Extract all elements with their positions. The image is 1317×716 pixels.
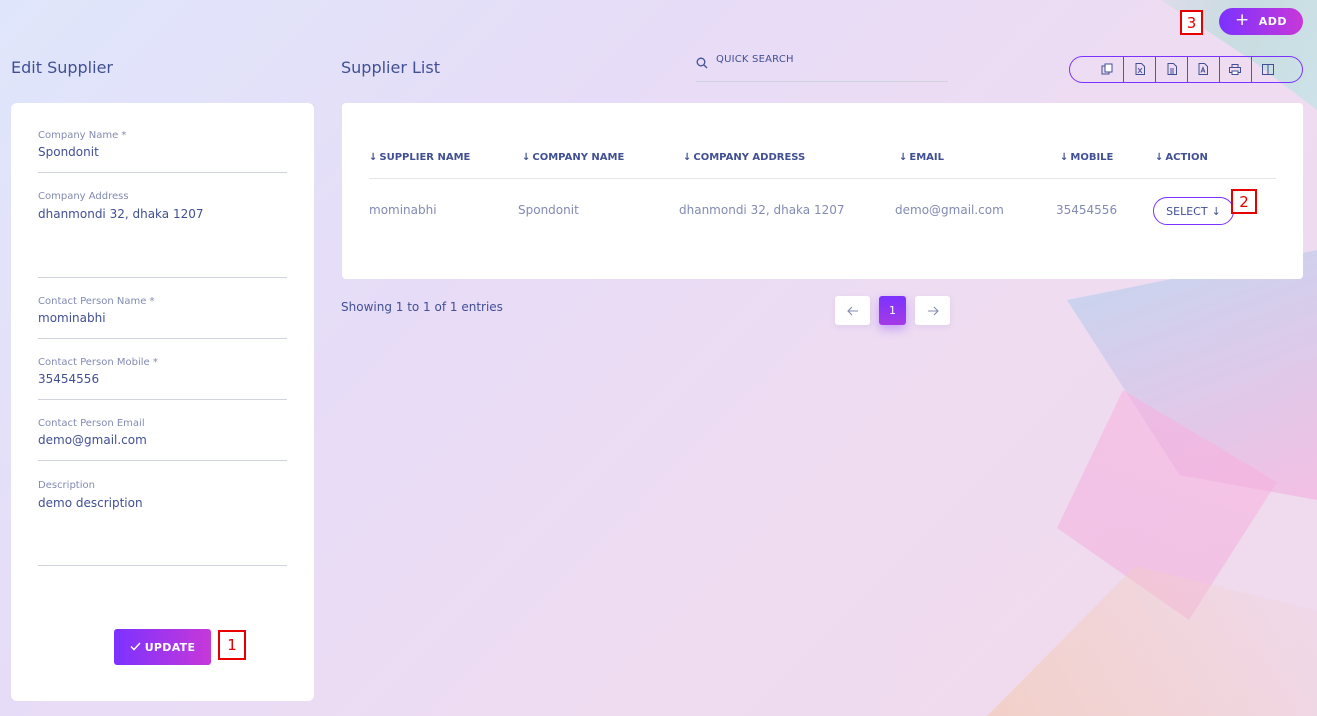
description-label: Description: [38, 480, 95, 491]
marker-2: 2: [1231, 189, 1257, 214]
cell-company-name: Spondonit: [518, 203, 579, 217]
contact-person-mobile-value: 35454556: [38, 372, 100, 386]
sort-arrow-icon: ↓: [683, 152, 692, 163]
supplier-list-title: Supplier List: [341, 58, 440, 77]
company-address-value: dhanmondi 32, dhaka 1207: [38, 207, 204, 221]
sort-arrow-icon: ↓: [1155, 152, 1164, 163]
company-address-field[interactable]: Company Address dhanmondi 32, dhaka 1207: [38, 191, 287, 278]
table-header-divider: [369, 178, 1276, 179]
sort-arrow-icon: ↓: [369, 152, 378, 163]
edit-supplier-title: Edit Supplier: [11, 58, 113, 77]
company-name-field[interactable]: Company Name * Spondonit: [38, 130, 287, 173]
marker-1: 1: [218, 630, 246, 660]
column-header-label: MOBILE: [1070, 152, 1114, 163]
entries-info: Showing 1 to 1 of 1 entries: [341, 300, 503, 314]
supplier-table: ↓ SUPPLIER NAME ↓ COMPANY NAME ↓ COMPANY…: [342, 103, 1303, 279]
arrow-right-icon: [927, 301, 939, 320]
contact-person-email-value: demo@gmail.com: [38, 433, 147, 447]
update-button-label: UPDATE: [144, 640, 196, 654]
contact-person-name-label: Contact Person Name *: [38, 296, 155, 307]
plus-icon: +: [1234, 10, 1250, 30]
arrow-down-icon: ↓: [1211, 204, 1221, 218]
check-icon: [130, 641, 141, 654]
column-header-supplier-name[interactable]: ↓ SUPPLIER NAME: [369, 152, 470, 163]
background-shape: [1057, 390, 1277, 620]
column-header-label: SUPPLIER NAME: [379, 152, 471, 163]
marker-3: 3: [1180, 10, 1203, 35]
print-button[interactable]: [1220, 57, 1252, 82]
print-icon: [1229, 60, 1242, 79]
excel-button[interactable]: [1124, 57, 1157, 82]
add-button[interactable]: + ADD: [1219, 8, 1303, 35]
contact-person-name-field[interactable]: Contact Person Name * mominabhi: [38, 296, 287, 339]
column-header-action[interactable]: ↓ ACTION: [1155, 152, 1208, 163]
excel-icon: [1135, 60, 1145, 79]
cell-mobile: 35454556: [1056, 203, 1118, 217]
column-header-label: COMPANY ADDRESS: [693, 152, 806, 163]
contact-person-email-label: Contact Person Email: [38, 418, 145, 429]
columns-icon: [1261, 60, 1274, 79]
search-placeholder: QUICK SEARCH: [716, 54, 794, 65]
columns-button[interactable]: [1252, 57, 1302, 82]
arrow-left-icon: [846, 301, 859, 320]
csv-button[interactable]: [1156, 57, 1189, 82]
company-name-value: Spondonit: [38, 145, 99, 159]
select-action-dropdown[interactable]: SELECT ↓: [1153, 197, 1234, 225]
edit-supplier-form: Company Name * Spondonit Company Address…: [11, 103, 314, 701]
cell-company-address: dhanmondi 32, dhaka 1207: [679, 203, 845, 217]
column-header-company-name[interactable]: ↓ COMPANY NAME: [522, 152, 624, 163]
column-header-label: COMPANY NAME: [532, 152, 625, 163]
column-header-company-address[interactable]: ↓ COMPANY ADDRESS: [683, 152, 805, 163]
contact-person-mobile-field[interactable]: Contact Person Mobile * 35454556: [38, 357, 287, 400]
copy-icon: [1101, 60, 1113, 79]
sort-arrow-icon: ↓: [1060, 152, 1069, 163]
add-button-label: ADD: [1258, 15, 1288, 28]
next-page-button[interactable]: [915, 296, 950, 325]
contact-person-mobile-label: Contact Person Mobile *: [38, 357, 158, 368]
company-address-label: Company Address: [38, 191, 129, 202]
sort-arrow-icon: ↓: [899, 152, 908, 163]
column-header-email[interactable]: ↓ EMAIL: [899, 152, 944, 163]
export-toolbar: [1069, 56, 1303, 83]
cell-email: demo@gmail.com: [895, 203, 1004, 217]
search-input[interactable]: QUICK SEARCH: [696, 50, 948, 82]
contact-person-name-value: mominabhi: [38, 311, 106, 325]
pdf-icon: [1198, 60, 1209, 79]
contact-person-email-field[interactable]: Contact Person Email demo@gmail.com: [38, 418, 287, 461]
page-number-button[interactable]: 1: [879, 296, 906, 325]
column-header-mobile[interactable]: ↓ MOBILE: [1060, 152, 1113, 163]
copy-button[interactable]: [1070, 57, 1125, 82]
sort-arrow-icon: ↓: [522, 152, 531, 163]
cell-supplier-name: mominabhi: [369, 203, 437, 217]
background-shape: [987, 566, 1317, 716]
description-field[interactable]: Description demo description: [38, 480, 287, 566]
description-value: demo description: [38, 496, 143, 510]
column-header-label: EMAIL: [909, 152, 945, 163]
select-label: SELECT: [1166, 204, 1208, 218]
column-header-label: ACTION: [1165, 152, 1208, 163]
pdf-button[interactable]: [1188, 57, 1220, 82]
csv-icon: [1167, 60, 1177, 79]
update-button[interactable]: UPDATE: [114, 629, 211, 665]
company-name-label: Company Name *: [38, 130, 127, 141]
search-icon: [696, 54, 708, 73]
background-shape: [1067, 250, 1317, 500]
previous-page-button[interactable]: [835, 296, 870, 325]
